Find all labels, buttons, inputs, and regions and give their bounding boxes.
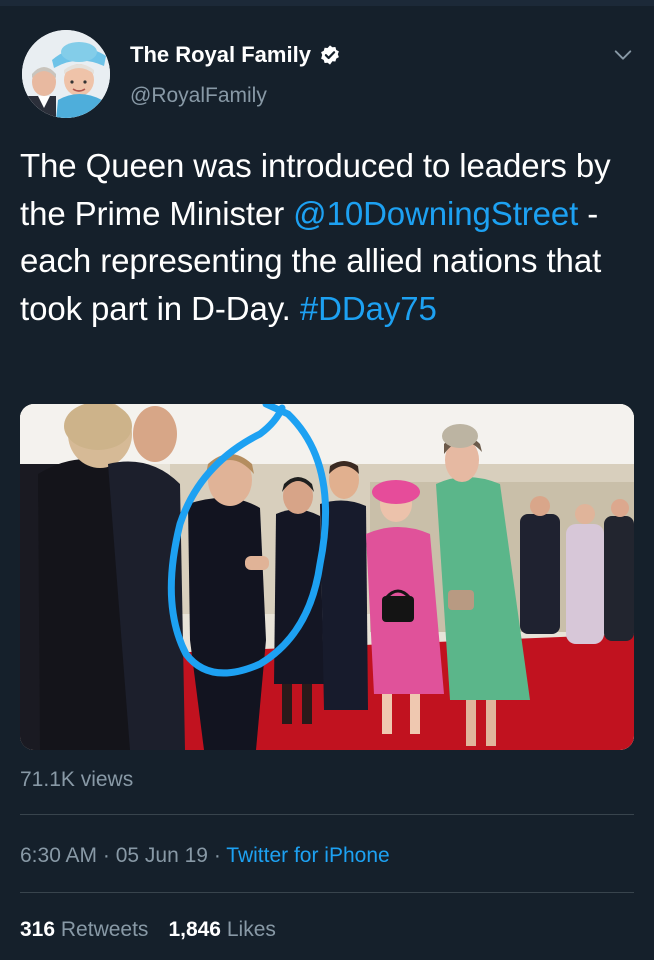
tweet-meta: 6:30 AM · 05 Jun 19 · Twitter for iPhone xyxy=(20,844,390,868)
avatar[interactable] xyxy=(22,30,110,118)
chevron-down-icon[interactable] xyxy=(612,44,634,66)
meta-separator-2: · xyxy=(207,844,227,867)
avatar-photo xyxy=(22,30,110,118)
tweet-source-link[interactable]: Twitter for iPhone xyxy=(226,844,389,867)
verified-badge-icon xyxy=(321,45,339,65)
top-bar xyxy=(0,0,654,6)
hashtag-link[interactable]: #DDay75 xyxy=(300,290,437,327)
tweet-detail-page: The Royal Family @RoyalFamily The Queen … xyxy=(0,0,654,960)
likes-label: Likes xyxy=(226,918,276,941)
likes-stat[interactable]: 1,846 Likes xyxy=(168,918,275,942)
tweet-date: 05 Jun 19 xyxy=(115,844,208,867)
event-photo xyxy=(20,404,634,750)
mention-link[interactable]: @10DowningStreet xyxy=(293,195,578,232)
tweet-stats: 316 Retweets 1,846 Likes xyxy=(20,918,276,942)
retweets-stat[interactable]: 316 Retweets xyxy=(20,918,148,942)
divider xyxy=(20,814,634,815)
likes-count: 1,846 xyxy=(168,918,221,941)
tweet-time: 6:30 AM xyxy=(20,844,98,867)
tweet-photo[interactable] xyxy=(20,404,634,750)
tweet-text: The Queen was introduced to leaders by t… xyxy=(20,142,640,332)
meta-separator: · xyxy=(97,844,116,867)
retweets-label: Retweets xyxy=(60,918,149,941)
author-name[interactable]: The Royal Family xyxy=(130,42,311,68)
views-count[interactable]: 71.1K views xyxy=(20,768,133,792)
divider xyxy=(20,892,634,893)
retweets-count: 316 xyxy=(20,918,56,941)
author-name-row[interactable]: The Royal Family xyxy=(130,42,341,68)
author-handle[interactable]: @RoyalFamily xyxy=(130,84,267,108)
